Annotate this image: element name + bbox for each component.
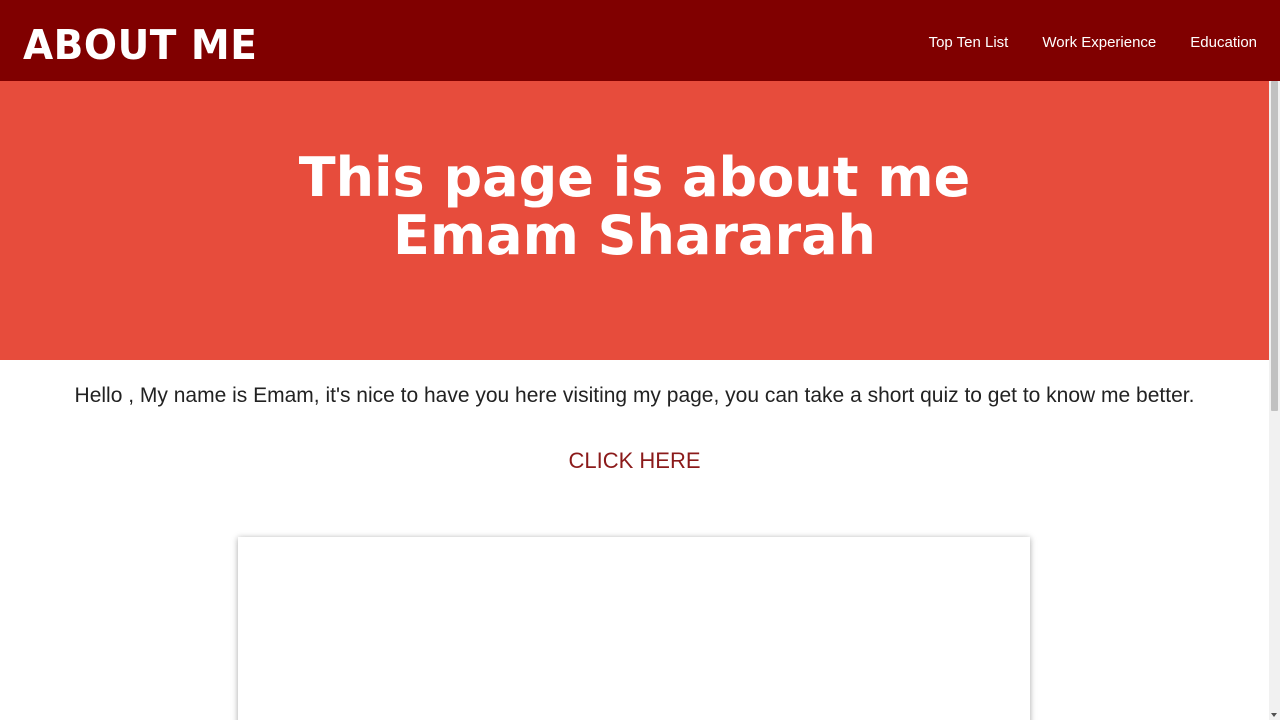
hero-banner: This page is about me Emam Shararah <box>0 81 1269 360</box>
navbar: ABOUT ME Top Ten List Work Experience Ed… <box>0 0 1280 81</box>
nav-link-education[interactable]: Education <box>1190 32 1257 54</box>
hero-title-line-1: This page is about me <box>298 146 971 209</box>
click-here-link[interactable]: CLICK HERE <box>568 448 700 473</box>
intro-text: Hello , My name is Emam, it's nice to ha… <box>74 384 1195 407</box>
scroll-down-arrow-icon[interactable] <box>1271 713 1277 717</box>
hero-title: This page is about me Emam Shararah <box>0 149 1269 265</box>
cta-container: CLICK HERE <box>0 448 1269 474</box>
content-card <box>238 537 1030 720</box>
brand-logo[interactable]: ABOUT ME <box>23 22 257 70</box>
page: ABOUT ME Top Ten List Work Experience Ed… <box>0 0 1280 720</box>
scrollbar-thumb[interactable] <box>1271 81 1278 411</box>
vertical-scrollbar[interactable] <box>1269 81 1280 720</box>
nav-link-work-experience[interactable]: Work Experience <box>1042 32 1156 54</box>
hero-title-line-2: Emam Shararah <box>392 204 877 267</box>
nav-link-top-ten-list[interactable]: Top Ten List <box>929 32 1009 54</box>
nav-links: Top Ten List Work Experience Education <box>929 32 1257 54</box>
